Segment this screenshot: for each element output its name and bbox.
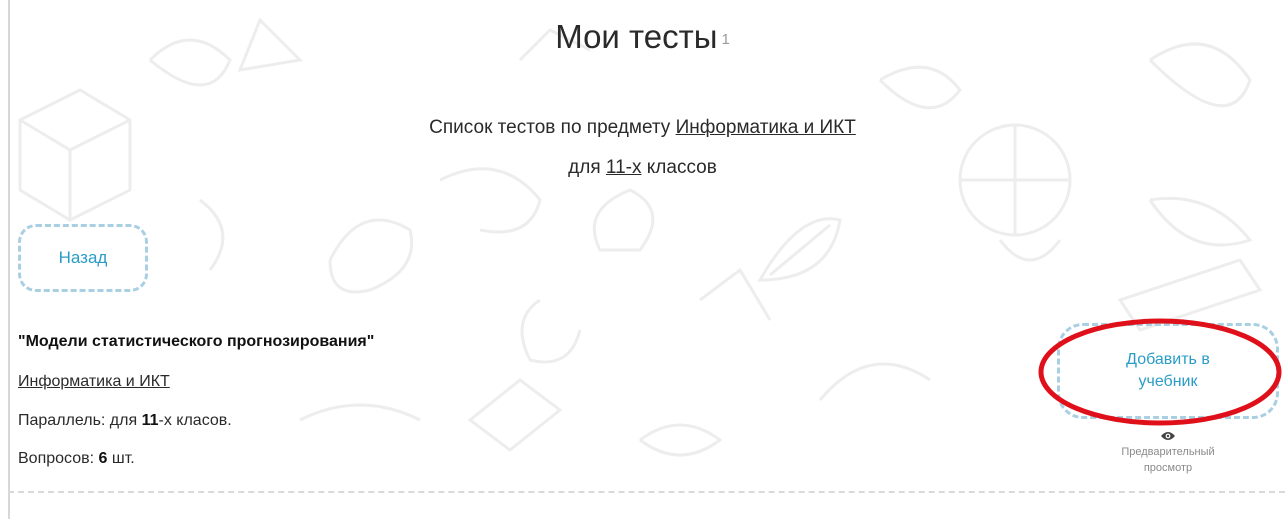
preview-link[interactable]: Предварительный просмотр (1068, 430, 1268, 476)
back-button[interactable]: Назад (18, 224, 148, 292)
page-title: Мои тесты 1 (0, 18, 1285, 56)
questions-suffix: шт. (107, 450, 135, 467)
page-title-text: Мои тесты (555, 18, 718, 55)
subject-line-prefix: Список тестов по предмету (429, 117, 671, 138)
grade-line-prefix: для (568, 157, 601, 178)
test-count-badge: 1 (721, 30, 730, 48)
content-divider (8, 491, 1285, 493)
grade-line-suffix: классов (646, 157, 717, 178)
back-button-label: Назад (58, 248, 108, 267)
test-parallel: Параллель: для 11-х класов. (18, 412, 232, 430)
parallel-value: 11 (141, 412, 159, 429)
test-subject-link[interactable]: Информатика и ИКТ (18, 373, 170, 391)
test-title: "Модели статистического прогнозирования" (18, 333, 375, 350)
highlight-circle (1038, 318, 1282, 426)
questions-prefix: Вопросов: (18, 450, 99, 467)
subject-line: Список тестов по предмету Информатика и … (0, 117, 1285, 139)
test-questions-count: Вопросов: 6 шт. (18, 450, 135, 468)
subject-link[interactable]: Информатика и ИКТ (676, 117, 856, 138)
eye-icon (1161, 432, 1175, 440)
parallel-prefix: Параллель: для (18, 412, 142, 429)
grade-line: для 11-х классов (0, 157, 1285, 179)
parallel-suffix: -х класов. (158, 412, 232, 429)
grade-link[interactable]: 11-х (606, 157, 642, 178)
preview-label: Предварительный просмотр (1121, 446, 1215, 474)
content-frame-border (8, 0, 10, 519)
